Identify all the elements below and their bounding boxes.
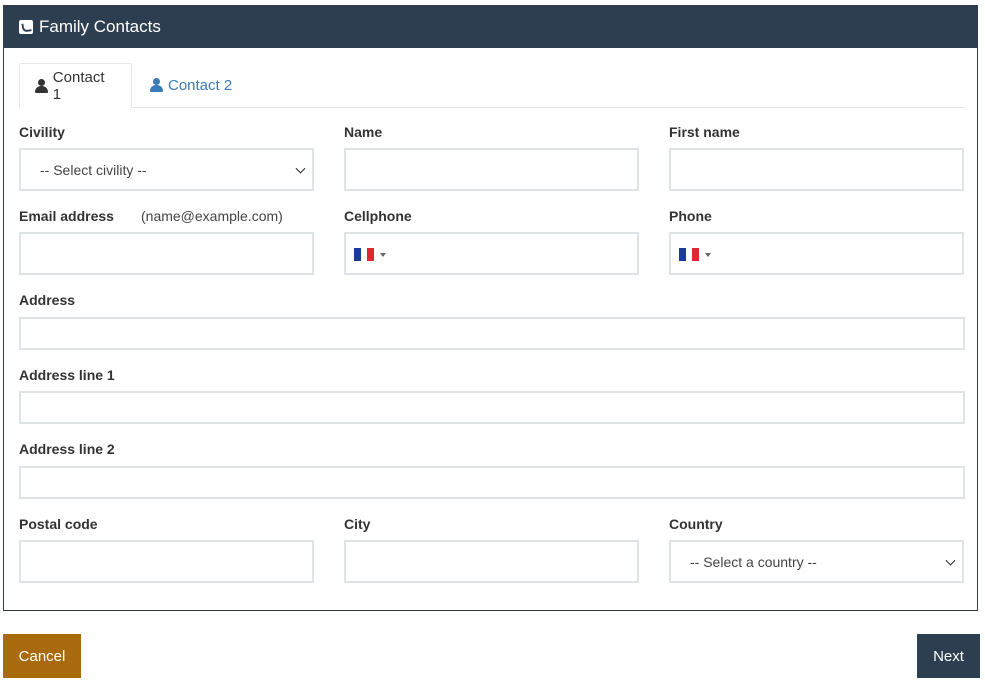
france-flag-icon[interactable]	[679, 248, 700, 261]
address-line2-label: Address line 2	[19, 441, 115, 457]
civility-select-value: -- Select civility --	[40, 161, 147, 178]
panel-header: Family Contacts	[4, 6, 977, 48]
address-input[interactable]	[19, 317, 965, 350]
cellphone-label: Cellphone	[344, 208, 412, 224]
civility-label: Civility	[19, 124, 65, 140]
chevron-down-icon	[295, 163, 306, 174]
country-select-value: -- Select a country --	[690, 553, 817, 570]
phone-input[interactable]	[669, 232, 964, 275]
caret-down-icon	[705, 253, 711, 257]
next-button[interactable]: Next	[917, 634, 980, 678]
email-label: Email address	[19, 208, 114, 224]
contact-tabs: Contact 1 Contact 2	[19, 63, 965, 108]
first-name-label: First name	[669, 124, 740, 140]
user-icon	[35, 78, 48, 93]
address-line1-label: Address line 1	[19, 367, 115, 383]
tab-contact-1[interactable]: Contact 1	[19, 63, 132, 108]
tab-label: Contact 2	[168, 76, 233, 94]
family-contacts-panel: Family Contacts Contact 1 Contact 2 Civi…	[3, 5, 978, 611]
first-name-input[interactable]	[669, 148, 964, 191]
city-label: City	[344, 516, 371, 532]
name-label: Name	[344, 124, 383, 140]
address-line1-input[interactable]	[19, 391, 965, 424]
name-input[interactable]	[344, 148, 639, 191]
civility-select[interactable]: -- Select civility --	[19, 148, 314, 191]
cellphone-input[interactable]	[344, 232, 639, 275]
france-flag-icon[interactable]	[354, 248, 375, 261]
email-hint: (name@example.com)	[141, 208, 283, 224]
country-label: Country	[669, 516, 723, 532]
chevron-down-icon	[945, 555, 956, 566]
phone-square-icon	[19, 20, 33, 34]
phone-label: Phone	[669, 208, 712, 224]
caret-down-icon	[380, 253, 386, 257]
email-input[interactable]	[19, 232, 314, 275]
postal-code-label: Postal code	[19, 516, 98, 532]
tab-contact-2[interactable]: Contact 2	[135, 63, 247, 107]
cancel-button[interactable]: Cancel	[3, 634, 81, 678]
postal-code-input[interactable]	[19, 540, 314, 583]
address-line2-input[interactable]	[19, 466, 965, 499]
address-label: Address	[19, 292, 76, 308]
user-icon	[150, 78, 163, 92]
tab-label: Contact 1	[52, 68, 105, 103]
country-select[interactable]: -- Select a country --	[669, 540, 964, 583]
city-input[interactable]	[344, 540, 639, 583]
panel-title: Family Contacts	[39, 17, 161, 36]
